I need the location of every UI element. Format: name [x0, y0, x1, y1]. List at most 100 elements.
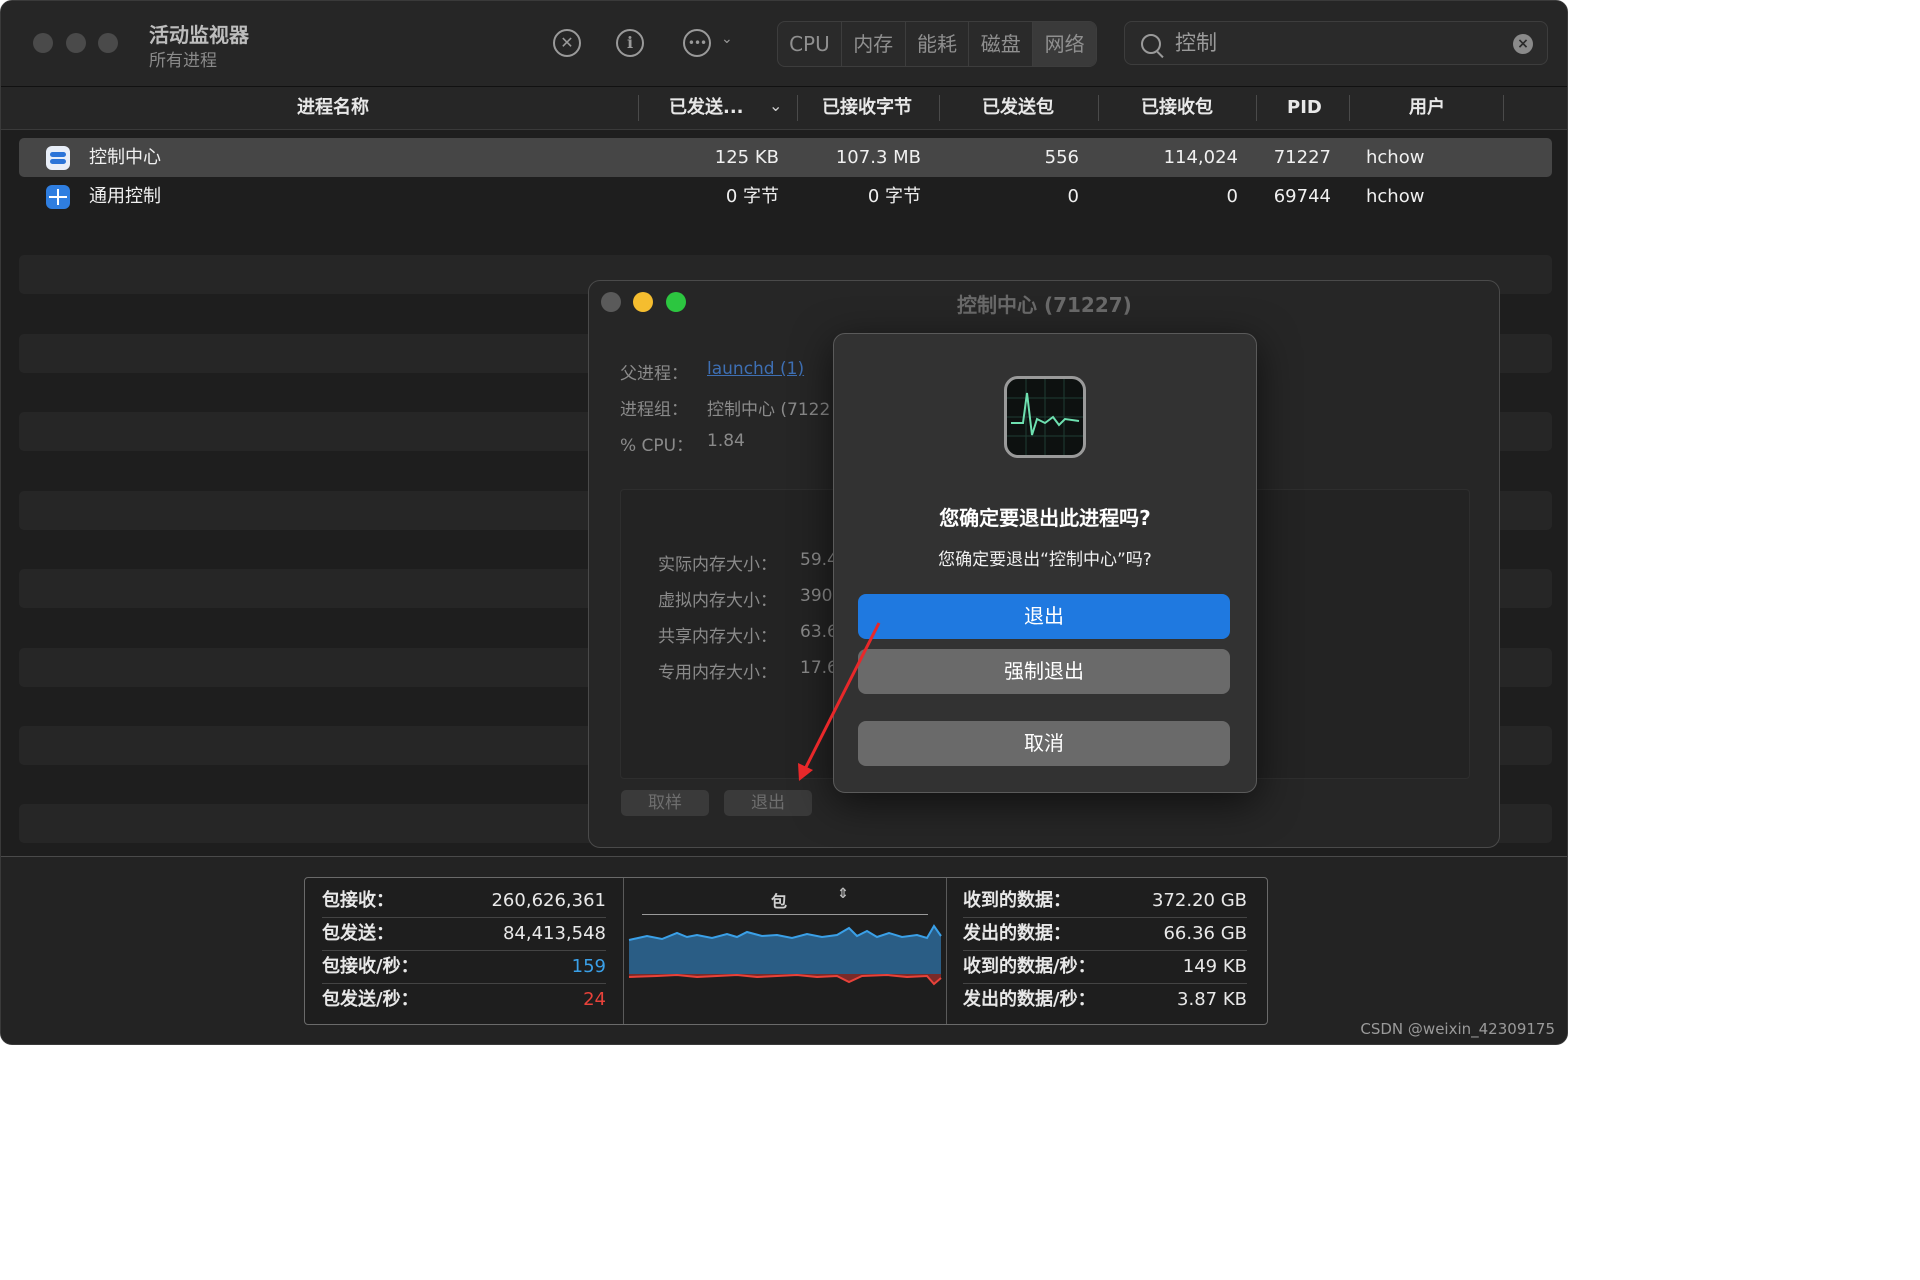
recv-packets: 0 — [1226, 186, 1238, 207]
parent-process-link[interactable]: launchd (1) — [707, 359, 804, 379]
stat-data-sent-per-sec: 发出的数据/秒： 3.87 KB — [963, 984, 1247, 1016]
col-sent-bytes[interactable]: 已发送... — [669, 87, 744, 129]
universal-control-app-icon — [46, 185, 70, 209]
stat-data-sent: 发出的数据： 66.36 GB — [963, 918, 1247, 951]
col-process-name[interactable]: 进程名称 — [297, 87, 369, 129]
stat-label: 发出的数据： — [963, 923, 1071, 944]
sent-bytes: 0 字节 — [725, 186, 779, 207]
cpu-label: % CPU： — [620, 436, 694, 456]
inspector-titlebar: 控制中心 (71227) — [589, 281, 1499, 323]
stat-label: 收到的数据： — [963, 890, 1071, 911]
column-divider — [1349, 95, 1350, 121]
memory-label: 虚拟内存大小： — [658, 591, 777, 611]
graph-mode-select[interactable]: 包 ⇕ — [771, 886, 849, 912]
quit-confirmation-alert: 您确定要退出此进程吗? 您确定要退出“控制中心”吗? 退出 强制退出 取消 — [833, 333, 1257, 793]
search-icon — [1141, 34, 1161, 54]
stat-label: 包发送/秒： — [322, 989, 419, 1010]
stat-packets-in: 包接收： 260,626,361 — [322, 885, 606, 918]
stat-label: 包接收： — [322, 890, 394, 911]
activity-monitor-window: 活动监视器 所有进程 ✕ i ••• ⌄ CPU 内存 能耗 磁盘 网络 × 进… — [0, 0, 1568, 1045]
sent-bytes: 125 KB — [714, 147, 779, 168]
stat-label: 收到的数据/秒： — [963, 956, 1096, 977]
stat-value: 3.87 KB — [1177, 989, 1247, 1010]
process-name: 控制中心 — [89, 147, 161, 168]
stat-value: 159 — [571, 956, 606, 977]
tab-disk[interactable]: 磁盘 — [969, 22, 1034, 66]
stat-value: 66.36 GB — [1163, 923, 1247, 944]
graph-mode-label: 包 — [771, 892, 788, 911]
col-user[interactable]: 用户 — [1409, 87, 1445, 129]
updown-chevron-icon: ⇕ — [837, 886, 849, 902]
recv-packets: 114,024 — [1163, 147, 1238, 168]
column-divider — [638, 95, 639, 121]
col-pid[interactable]: PID — [1287, 87, 1322, 129]
table-row[interactable]: 通用控制 0 字节 0 字节 0 0 69744 hchow — [19, 177, 1552, 216]
recv-bytes: 0 字节 — [867, 186, 921, 207]
stat-label: 包发送： — [322, 923, 394, 944]
column-header: 进程名称 已发送... ⌄ 已接收字节 已发送包 已接收包 PID 用户 — [1, 87, 1567, 130]
column-divider — [939, 95, 940, 121]
app-title: 活动监视器 — [149, 23, 249, 47]
col-sent-packets[interactable]: 已发送包 — [982, 87, 1054, 129]
activity-monitor-app-icon — [1004, 376, 1086, 458]
chevron-down-icon[interactable]: ⌄ — [721, 31, 733, 47]
sent-packets: 556 — [1044, 147, 1079, 168]
pid: 69744 — [1273, 186, 1331, 207]
sort-chevron-icon[interactable]: ⌄ — [769, 96, 782, 115]
sample-button[interactable]: 取样 — [621, 790, 709, 816]
search-input[interactable] — [1175, 30, 1475, 54]
app-subtitle[interactable]: 所有进程 — [149, 46, 217, 71]
column-divider — [1098, 95, 1099, 121]
quit-button[interactable]: 退出 — [858, 594, 1230, 639]
pid: 71227 — [1273, 147, 1331, 168]
cpu-value: 1.84 — [707, 431, 745, 451]
graph-top-line — [642, 914, 928, 915]
category-segmented-control: CPU 内存 能耗 磁盘 网络 — [777, 21, 1097, 67]
close-window-button[interactable] — [601, 292, 621, 312]
zoom-window-button[interactable] — [98, 33, 118, 53]
stat-packets-out: 包发送： 84,413,548 — [322, 918, 606, 951]
group-value: 控制中心 (7122 — [707, 400, 831, 420]
stat-packets-out-per-sec: 包发送/秒： 24 — [322, 984, 606, 1016]
more-actions-icon[interactable]: ••• — [683, 29, 711, 57]
tab-network[interactable]: 网络 — [1033, 22, 1096, 66]
column-divider — [797, 95, 798, 121]
parent-label: 父进程： — [620, 364, 688, 384]
stat-value: 372.20 GB — [1151, 890, 1247, 911]
minimize-window-button[interactable] — [66, 33, 86, 53]
zoom-window-button[interactable] — [666, 292, 686, 312]
inspector-title: 控制中心 (71227) — [957, 293, 1132, 317]
alert-message: 您确定要退出“控制中心”吗? — [938, 550, 1152, 570]
table-row[interactable]: 控制中心 125 KB 107.3 MB 556 114,024 71227 h… — [19, 138, 1552, 177]
watermark-text: CSDN @weixin_42309175 — [1360, 1020, 1555, 1038]
clear-search-icon[interactable]: × — [1513, 34, 1533, 54]
toolbar: 活动监视器 所有进程 ✕ i ••• ⌄ CPU 内存 能耗 磁盘 网络 × — [1, 1, 1567, 87]
col-recv-packets[interactable]: 已接收包 — [1141, 87, 1213, 129]
quit-process-button[interactable]: 退出 — [724, 790, 812, 816]
stat-data-received: 收到的数据： 372.20 GB — [963, 885, 1247, 918]
column-divider — [1256, 95, 1257, 121]
search-field[interactable]: × — [1124, 21, 1548, 65]
tab-energy[interactable]: 能耗 — [906, 22, 970, 66]
recv-bytes: 107.3 MB — [835, 147, 921, 168]
memory-value: 390 — [800, 586, 833, 606]
user: hchow — [1366, 147, 1425, 168]
force-quit-button[interactable]: 强制退出 — [858, 649, 1230, 694]
alert-title: 您确定要退出此进程吗? — [939, 506, 1151, 530]
col-recv-bytes[interactable]: 已接收字节 — [822, 87, 912, 129]
network-stats-bar: 包接收： 260,626,361 包发送： 84,413,548 包接收/秒： … — [1, 856, 1567, 1044]
control-center-app-icon — [46, 146, 70, 170]
tab-memory[interactable]: 内存 — [842, 22, 906, 66]
info-icon[interactable]: i — [616, 29, 644, 57]
stat-value: 24 — [583, 989, 606, 1010]
close-window-button[interactable] — [33, 33, 53, 53]
divider — [623, 878, 624, 1024]
stat-packets-in-per-sec: 包接收/秒： 159 — [322, 951, 606, 984]
divider — [946, 878, 947, 1024]
minimize-window-button[interactable] — [633, 292, 653, 312]
stat-value: 84,413,548 — [502, 923, 606, 944]
tab-cpu[interactable]: CPU — [778, 22, 842, 66]
memory-label: 共享内存大小： — [658, 627, 777, 647]
cancel-button[interactable]: 取消 — [858, 721, 1230, 766]
stop-process-icon[interactable]: ✕ — [553, 29, 581, 57]
